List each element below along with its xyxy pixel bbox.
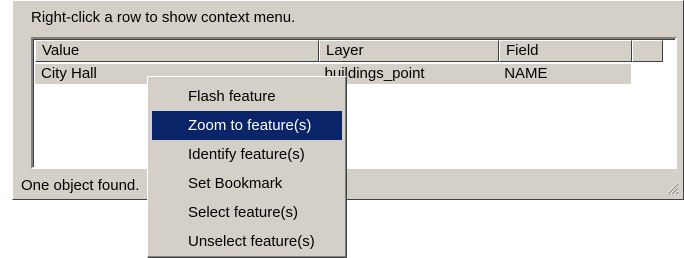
instruction-text: Right-click a row to show context menu. [31,9,296,26]
column-header-field[interactable]: Field [499,40,632,62]
list-header: Value Layer Field [35,40,675,62]
menu-item-identify-features[interactable]: Identify feature(s) [152,140,342,169]
menu-item-flash-feature[interactable]: Flash feature [152,82,342,111]
identify-results-window: Right-click a row to show context menu. … [12,0,684,200]
column-header-value[interactable]: Value [35,40,319,62]
status-text: One object found. [21,177,140,194]
menu-item-zoom-to-features[interactable]: Zoom to feature(s) [152,111,342,140]
column-header-layer[interactable]: Layer [319,40,499,62]
menu-item-select-features[interactable]: Select feature(s) [152,198,342,227]
menu-item-unselect-features[interactable]: Unselect feature(s) [152,227,342,256]
resize-grip-icon[interactable] [665,181,679,195]
column-header-filler [632,40,663,62]
menu-item-set-bookmark[interactable]: Set Bookmark [152,169,342,198]
results-list[interactable]: Value Layer Field City Hall buildings_po… [31,37,677,169]
cell-field: NAME [504,65,548,82]
context-menu: Flash feature Zoom to feature(s) Identif… [147,76,347,258]
